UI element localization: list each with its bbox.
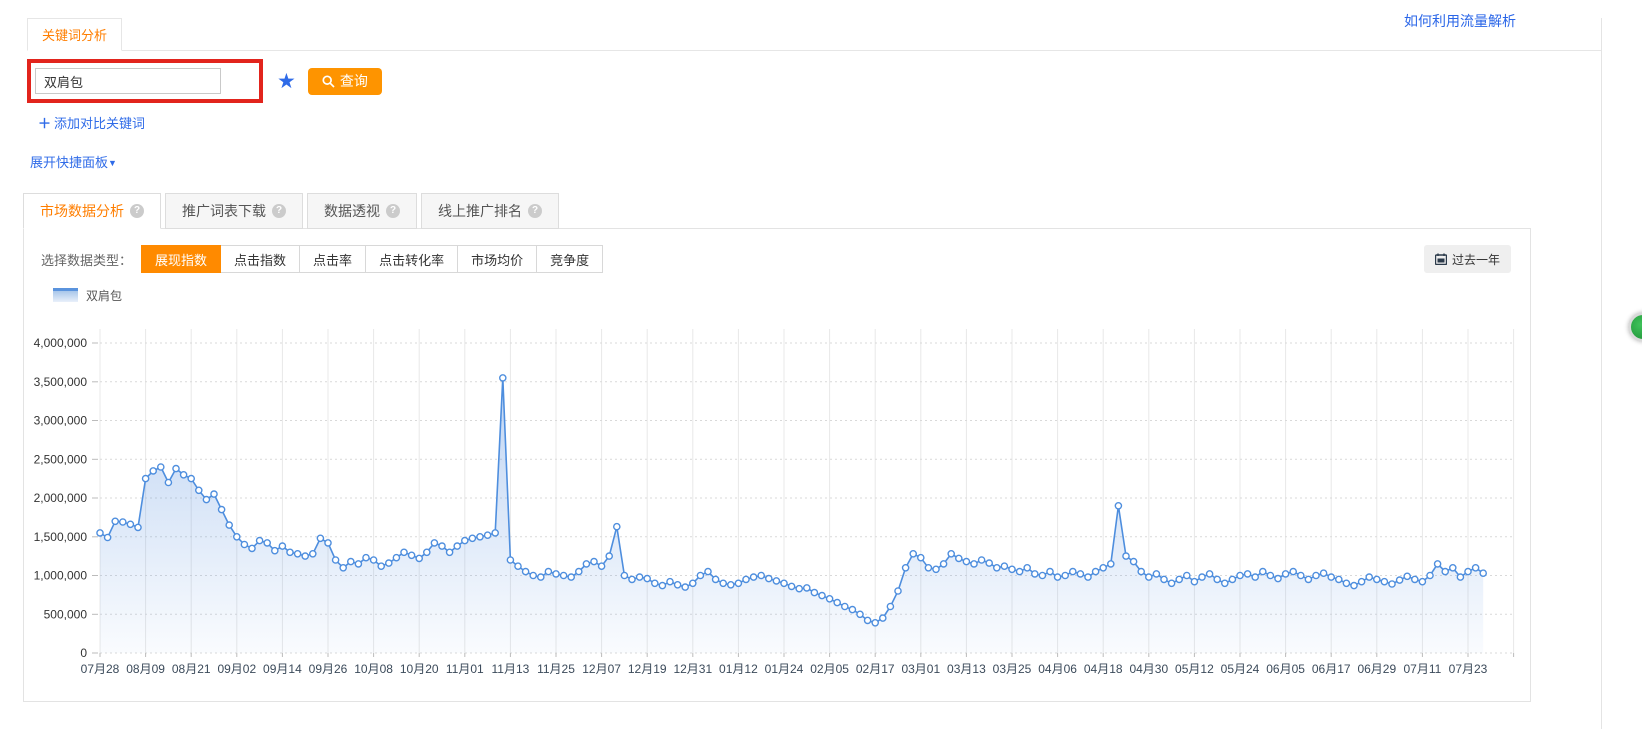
svg-text:11月13: 11月13 (491, 662, 529, 676)
query-button-label: 查询 (340, 71, 368, 91)
tab-data-pivot-label: 数据透视 (324, 201, 380, 221)
trend-chart: 4,000,000 3,500,000 3,000,000 2,500,000 2,00… (24, 311, 1530, 683)
how-to-use-link[interactable]: 如何利用流量解析 (1404, 11, 1516, 31)
svg-text:04月18: 04月18 (1084, 662, 1123, 676)
svg-text:06月17: 06月17 (1312, 662, 1351, 676)
svg-text:07月11: 07月11 (1403, 662, 1441, 676)
svg-text:12月31: 12月31 (673, 662, 712, 676)
market-data-panel: 选择数据类型： 展现指数 点击指数 点击率 点击转化率 市场均价 竞争度 过去一… (23, 228, 1531, 702)
svg-text:04月30: 04月30 (1129, 662, 1168, 676)
tab-keyword-analysis-label: 关键词分析 (42, 28, 107, 43)
content-right-divider (1601, 18, 1602, 729)
svg-text:08月09: 08月09 (126, 662, 165, 676)
tab-keyword-analysis[interactable]: 关键词分析 (27, 18, 122, 51)
svg-text:08月21: 08月21 (172, 662, 211, 676)
tab-online-promo-ranking[interactable]: 线上推广排名 ? (421, 193, 559, 229)
svg-text:2,500,000: 2,500,000 (34, 452, 88, 466)
help-icon[interactable]: ? (272, 204, 286, 218)
floating-service-widget[interactable] (1628, 312, 1642, 342)
help-icon[interactable]: ? (130, 204, 144, 218)
svg-text:03月01: 03月01 (901, 662, 940, 676)
svg-text:3,500,000: 3,500,000 (34, 375, 88, 389)
tab-market-data-analysis-label: 市场数据分析 (40, 201, 124, 221)
add-compare-keyword-link[interactable]: ＋添加对比关键词 (38, 113, 145, 132)
svg-text:07月23: 07月23 (1449, 662, 1488, 676)
market-tabs: 市场数据分析 ? 推广词表下载 ? 数据透视 ? 线上推广排名 ? (23, 193, 1642, 228)
data-type-click-conversion-rate[interactable]: 点击转化率 (365, 245, 458, 273)
annotation-red-box (27, 59, 263, 103)
svg-text:500,000: 500,000 (44, 607, 88, 621)
expand-quick-panel-label: 展开快捷面板 (30, 155, 108, 170)
tab-online-promo-ranking-label: 线上推广排名 (438, 201, 522, 221)
svg-text:07月28: 07月28 (81, 662, 120, 676)
svg-text:10月20: 10月20 (400, 662, 439, 676)
data-type-click-rate[interactable]: 点击率 (299, 245, 366, 273)
svg-text:05月24: 05月24 (1221, 662, 1260, 676)
help-icon[interactable]: ? (386, 204, 400, 218)
svg-text:12月07: 12月07 (582, 662, 621, 676)
plus-icon: ＋ (38, 116, 51, 131)
chart-legend[interactable]: 双肩包 (53, 287, 1530, 303)
data-type-controls: 选择数据类型： 展现指数 点击指数 点击率 点击转化率 市场均价 竞争度 过去一… (24, 245, 1530, 273)
svg-text:11月01: 11月01 (446, 662, 484, 676)
svg-text:05月12: 05月12 (1175, 662, 1214, 676)
keyword-header: 关键词分析 (27, 18, 1601, 51)
legend-series-label: 双肩包 (86, 287, 122, 304)
data-type-competition[interactable]: 竞争度 (536, 245, 603, 273)
svg-text:10月08: 10月08 (354, 662, 393, 676)
data-type-button-group: 展现指数 点击指数 点击率 点击转化率 市场均价 竞争度 (142, 245, 603, 273)
svg-text:12月19: 12月19 (628, 662, 667, 676)
help-icon[interactable]: ? (528, 204, 542, 218)
svg-text:0: 0 (80, 646, 87, 660)
tab-market-data-analysis[interactable]: 市场数据分析 ? (23, 193, 161, 229)
svg-text:03月25: 03月25 (993, 662, 1032, 676)
svg-text:3,000,000: 3,000,000 (34, 414, 88, 428)
query-button[interactable]: 查询 (308, 68, 382, 95)
svg-text:1,000,000: 1,000,000 (34, 569, 88, 583)
svg-text:11月25: 11月25 (537, 662, 575, 676)
svg-text:01月24: 01月24 (765, 662, 804, 676)
svg-text:02月17: 02月17 (856, 662, 895, 676)
data-type-impression-index[interactable]: 展现指数 (141, 245, 221, 273)
keyword-search-area: ★ 查询 ＋添加对比关键词 展开快捷面板▼ (27, 51, 1642, 171)
tab-promo-wordlist-download-label: 推广词表下载 (182, 201, 266, 221)
data-type-market-avg-price[interactable]: 市场均价 (457, 245, 537, 273)
tab-data-pivot[interactable]: 数据透视 ? (307, 193, 417, 229)
search-icon (322, 75, 335, 88)
data-type-click-index[interactable]: 点击指数 (220, 245, 300, 273)
svg-text:1,500,000: 1,500,000 (34, 530, 88, 544)
date-range-button[interactable]: 过去一年 (1424, 245, 1511, 273)
tab-promo-wordlist-download[interactable]: 推广词表下载 ? (165, 193, 303, 229)
svg-text:09月02: 09月02 (217, 662, 256, 676)
svg-text:2,000,000: 2,000,000 (34, 491, 88, 505)
svg-text:02月05: 02月05 (810, 662, 849, 676)
trend-chart-container: 4,000,000 3,500,000 3,000,000 2,500,000 2,00… (24, 311, 1530, 683)
svg-text:06月05: 06月05 (1266, 662, 1305, 676)
legend-area-swatch-icon (53, 288, 78, 302)
svg-text:09月26: 09月26 (309, 662, 348, 676)
svg-text:01月12: 01月12 (719, 662, 758, 676)
svg-text:4,000,000: 4,000,000 (34, 336, 88, 350)
chevron-down-icon: ▼ (108, 158, 117, 168)
add-compare-keyword-label: 添加对比关键词 (54, 116, 145, 131)
date-range-button-label: 过去一年 (1452, 251, 1500, 268)
svg-text:03月13: 03月13 (947, 662, 986, 676)
calendar-icon (1435, 253, 1447, 265)
data-type-label: 选择数据类型： (41, 250, 132, 269)
favorite-star-icon[interactable]: ★ (277, 71, 296, 92)
svg-text:09月14: 09月14 (263, 662, 302, 676)
svg-text:04月06: 04月06 (1038, 662, 1077, 676)
keyword-input[interactable] (35, 68, 221, 94)
expand-quick-panel-link[interactable]: 展开快捷面板▼ (30, 152, 117, 171)
svg-text:06月29: 06月29 (1357, 662, 1396, 676)
